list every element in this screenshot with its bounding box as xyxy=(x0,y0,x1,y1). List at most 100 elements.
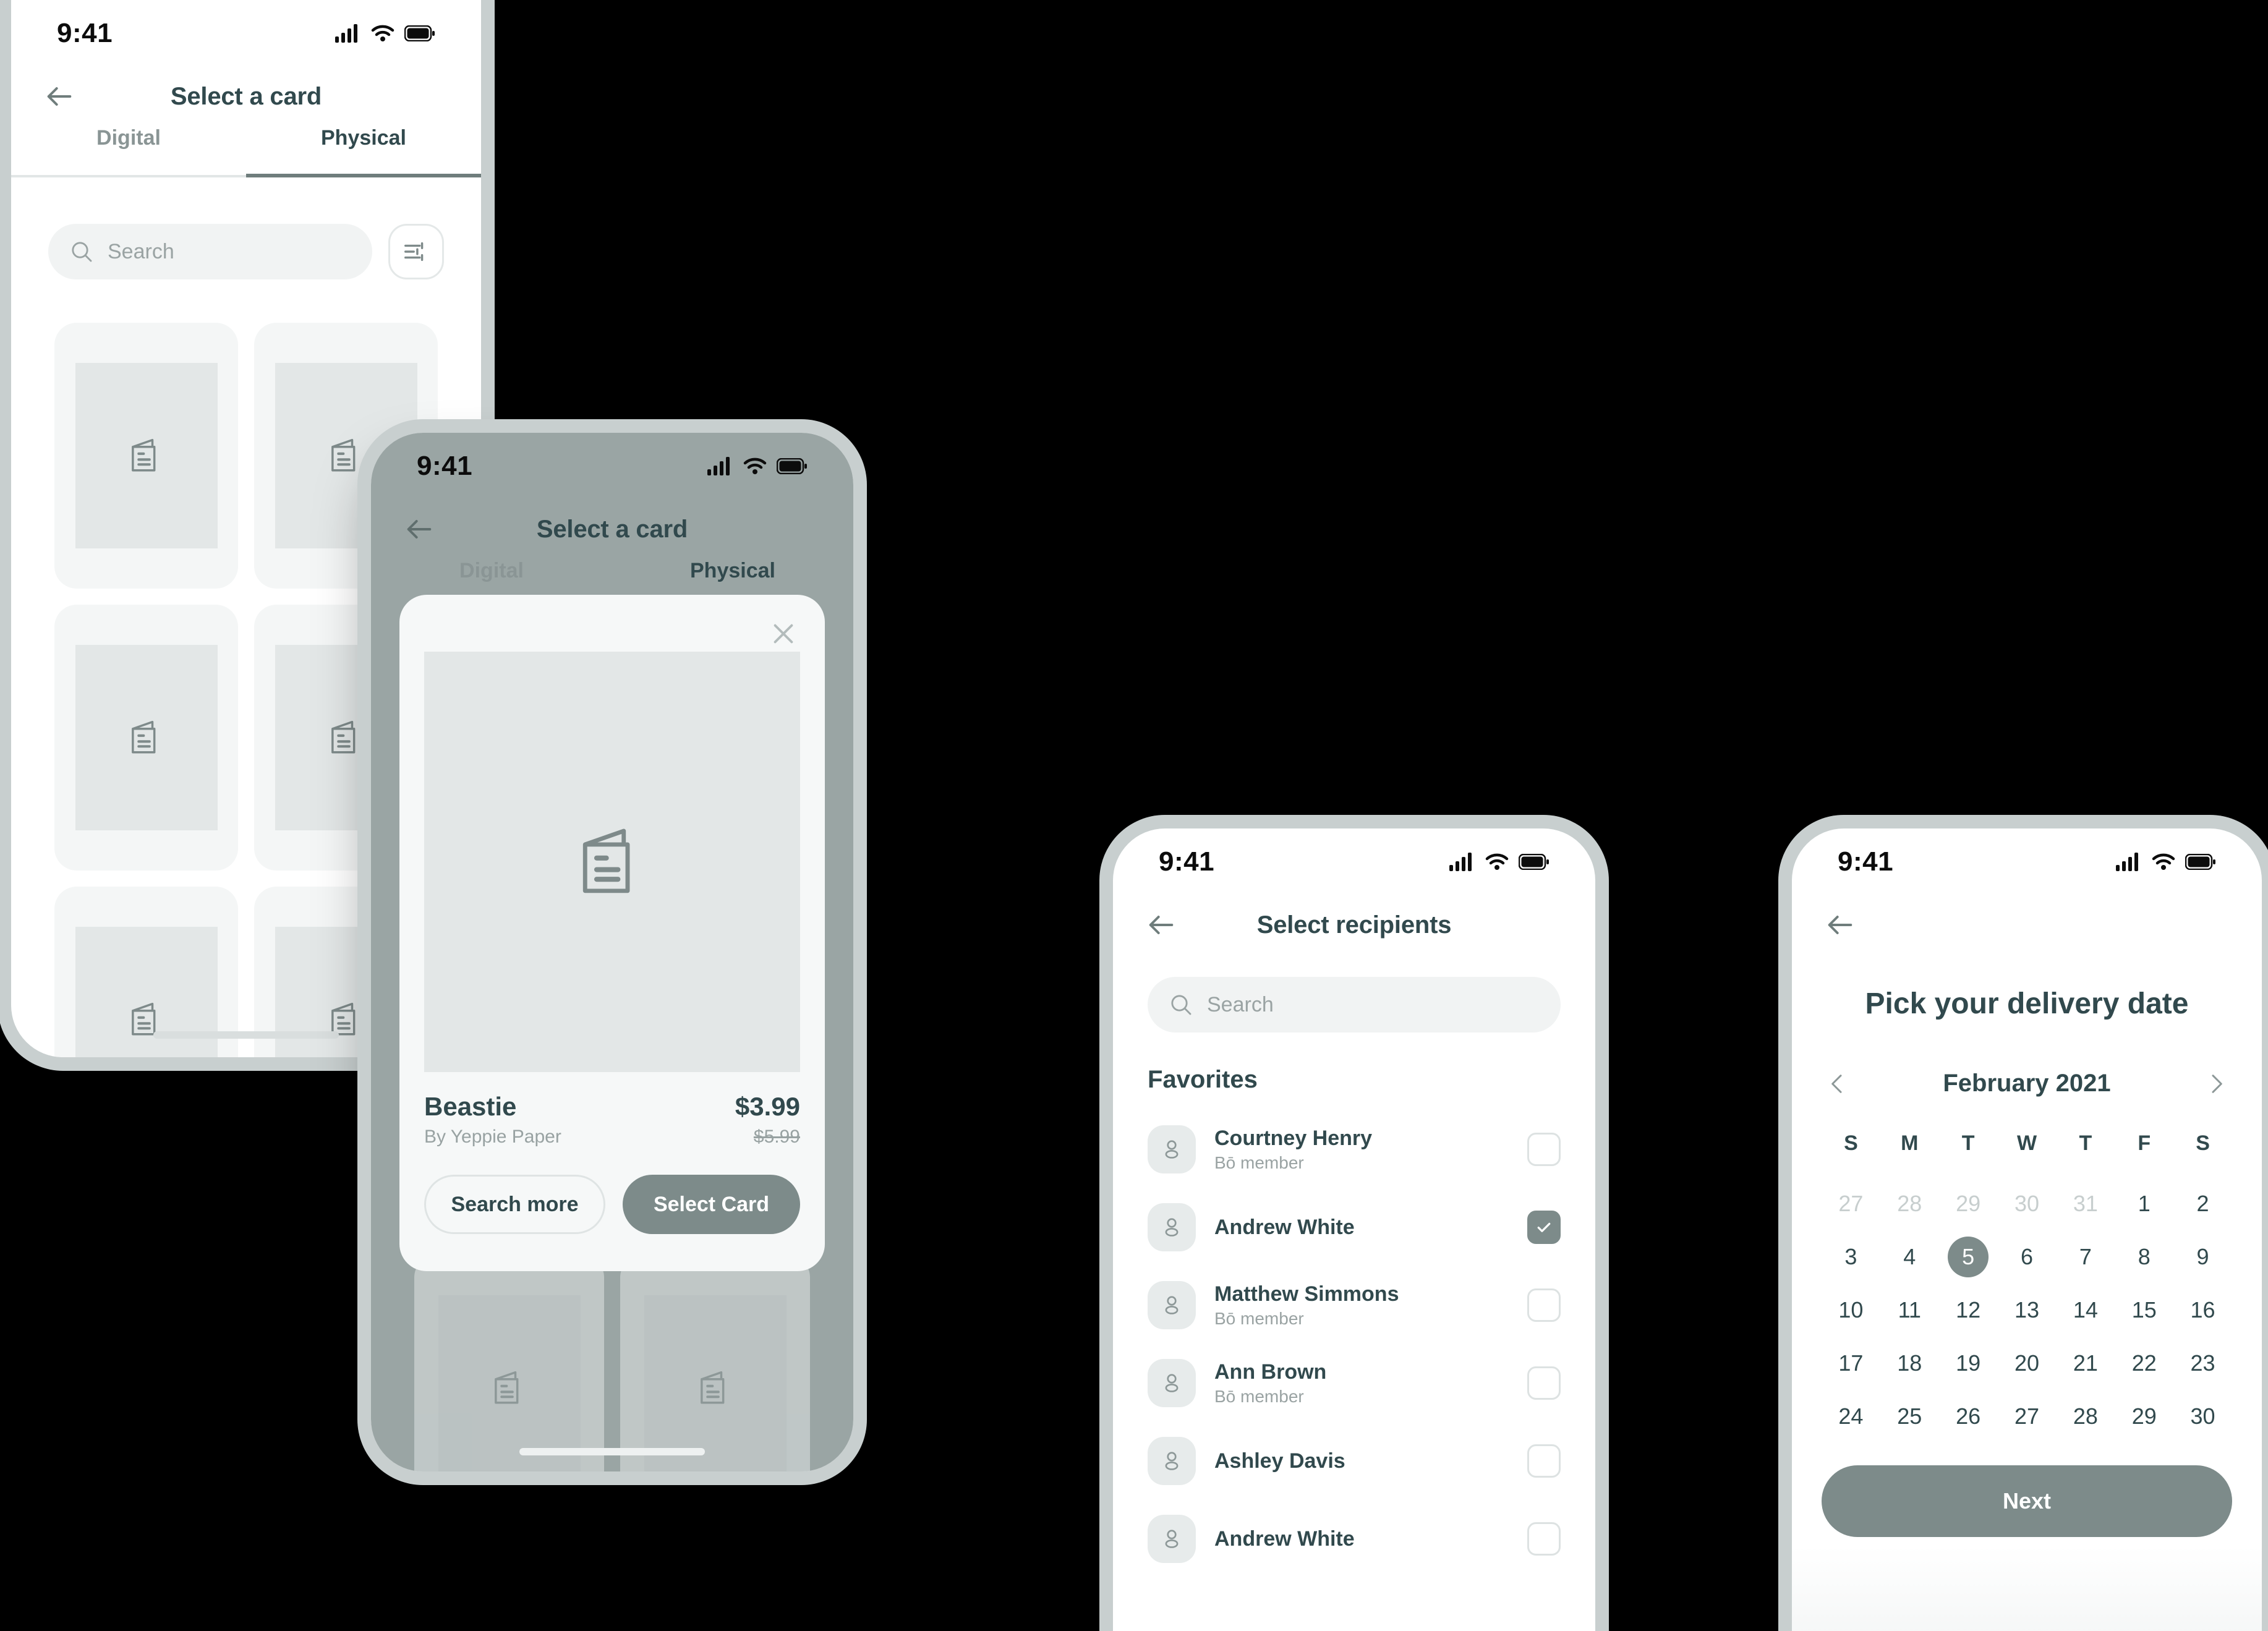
filter-button[interactable] xyxy=(388,224,444,279)
calendar-day[interactable]: 8 xyxy=(2115,1234,2173,1280)
close-icon[interactable] xyxy=(769,620,798,648)
back-arrow-icon[interactable] xyxy=(1824,909,1856,941)
calendar-day[interactable]: 30 xyxy=(2173,1394,2232,1439)
status-time-3: 9:41 xyxy=(1159,846,1215,877)
recipient-row[interactable]: Matthew Simmons Bō member xyxy=(1148,1266,1561,1344)
screen-select-recipients: 9:41 Select recipients Search Favorites … xyxy=(1113,828,1595,1631)
recipient-row[interactable]: Ashley Davis xyxy=(1148,1422,1561,1500)
tab-physical[interactable]: Physical xyxy=(246,126,481,177)
recipient-row[interactable]: Ann Brown Bō member xyxy=(1148,1344,1561,1422)
calendar-day[interactable]: 3 xyxy=(1822,1234,1880,1280)
status-bar: 9:41 xyxy=(11,0,481,67)
recipient-text: Matthew Simmons Bō member xyxy=(1214,1282,1527,1329)
weekday-header: T xyxy=(2079,1131,2092,1155)
card-grid-item[interactable] xyxy=(414,1255,604,1471)
calendar-day[interactable]: 27 xyxy=(1998,1394,2057,1439)
recipient-checkbox[interactable] xyxy=(1527,1522,1561,1556)
recipient-row[interactable]: Courtney Henry Bō member xyxy=(1148,1110,1561,1188)
page-title-3: Select recipients xyxy=(1256,911,1452,939)
home-indicator xyxy=(153,1031,339,1039)
recipient-checkbox-checked[interactable] xyxy=(1527,1211,1561,1244)
calendar-day[interactable]: 15 xyxy=(2115,1287,2173,1333)
status-bar-4: 9:41 xyxy=(1792,828,2262,895)
back-arrow-icon[interactable] xyxy=(403,513,435,545)
weekday-header: M xyxy=(1901,1131,1919,1155)
calendar-day[interactable]: 18 xyxy=(1880,1340,1939,1386)
search-input[interactable]: Search xyxy=(48,224,372,279)
greeting-card-icon xyxy=(331,720,355,754)
calendar-day[interactable]: 20 xyxy=(1998,1340,2057,1386)
calendar-day-selected[interactable]: 5 xyxy=(1939,1234,1998,1280)
calendar-day[interactable]: 29 xyxy=(2115,1394,2173,1439)
product-brand: By Yeppie Paper xyxy=(424,1126,561,1147)
home-indicator-2 xyxy=(519,1448,705,1455)
calendar-day[interactable]: 10 xyxy=(1822,1287,1880,1333)
tab-physical-label-2: Physical xyxy=(690,559,775,582)
card-grid-item[interactable] xyxy=(54,605,238,871)
card-grid-item[interactable] xyxy=(54,323,238,589)
recipient-row[interactable]: Andrew White xyxy=(1148,1188,1561,1266)
tab-digital[interactable]: Digital xyxy=(11,126,246,177)
status-time-4: 9:41 xyxy=(1838,846,1894,877)
status-bar-2: 9:41 xyxy=(371,433,853,500)
wifi-icon xyxy=(1485,853,1509,870)
calendar-day[interactable]: 22 xyxy=(2115,1340,2173,1386)
calendar-day[interactable]: 28 xyxy=(2056,1394,2115,1439)
nav-bar: Select a card xyxy=(11,67,481,126)
calendar-day[interactable]: 16 xyxy=(2173,1287,2232,1333)
card-thumbnail xyxy=(438,1295,581,1471)
search-more-button[interactable]: Search more xyxy=(424,1175,605,1234)
calendar-day[interactable]: 11 xyxy=(1880,1287,1939,1333)
calendar-day[interactable]: 21 xyxy=(2056,1340,2115,1386)
recipient-checkbox[interactable] xyxy=(1527,1366,1561,1400)
card-grid-item[interactable] xyxy=(620,1255,810,1471)
status-time-2: 9:41 xyxy=(417,451,473,481)
search-row-3: Search xyxy=(1148,977,1561,1033)
page-title: Select a card xyxy=(170,82,322,110)
calendar-day[interactable]: 23 xyxy=(2173,1340,2232,1386)
avatar xyxy=(1148,1437,1196,1485)
calendar-day[interactable]: 24 xyxy=(1822,1394,1880,1439)
calendar-day[interactable]: 19 xyxy=(1939,1340,1998,1386)
cellular-signal-icon xyxy=(707,457,730,475)
product-meta-row: By Yeppie Paper $5.99 xyxy=(424,1126,800,1148)
tab-underline-inactive xyxy=(11,175,246,177)
nav-bar-3: Select recipients xyxy=(1113,895,1595,955)
calendar-day[interactable]: 4 xyxy=(1880,1234,1939,1280)
calendar-day[interactable]: 25 xyxy=(1880,1394,1939,1439)
back-arrow-icon[interactable] xyxy=(43,80,75,113)
weekday-header: S xyxy=(1844,1131,1858,1155)
calendar-day[interactable]: 9 xyxy=(2173,1234,2232,1280)
chevron-right-icon[interactable] xyxy=(2204,1071,2228,1096)
recipient-checkbox[interactable] xyxy=(1527,1133,1561,1166)
calendar-day[interactable]: 17 xyxy=(1822,1340,1880,1386)
calendar-day[interactable]: 13 xyxy=(1998,1287,2057,1333)
select-card-button[interactable]: Select Card xyxy=(623,1175,800,1234)
wifi-icon xyxy=(371,25,394,41)
month-label: February 2021 xyxy=(1943,1070,2111,1097)
recipient-checkbox[interactable] xyxy=(1527,1288,1561,1322)
recipient-checkbox[interactable] xyxy=(1527,1444,1561,1478)
tab-physical-label: Physical xyxy=(321,126,406,150)
back-arrow-icon[interactable] xyxy=(1145,909,1177,941)
recipient-row[interactable]: Andrew White xyxy=(1148,1500,1561,1578)
calendar-day[interactable]: 1 xyxy=(2115,1181,2173,1227)
wifi-icon xyxy=(743,458,767,474)
calendar-day[interactable]: 12 xyxy=(1939,1287,1998,1333)
card-thumbnail xyxy=(644,1295,787,1471)
battery-icon xyxy=(1519,854,1549,870)
chevron-left-icon[interactable] xyxy=(1825,1071,1850,1096)
next-button[interactable]: Next xyxy=(1822,1465,2232,1537)
calendar-day[interactable]: 14 xyxy=(2056,1287,2115,1333)
calendar-day-grid: 27 28 29 30 31 1 2 3 4 5 6 7 8 9 10 11 12 13 14 15 16 17 18 19 2… xyxy=(1822,1181,2232,1439)
recipient-name: Andrew White xyxy=(1214,1215,1355,1239)
phone-card-detail: 9:41 Select a card Digital Physical Beas… xyxy=(371,433,853,1471)
calendar-day[interactable]: 7 xyxy=(2056,1234,2115,1280)
recipient-search-input[interactable]: Search xyxy=(1148,977,1561,1033)
calendar-day[interactable]: 26 xyxy=(1939,1394,1998,1439)
calendar-day[interactable]: 2 xyxy=(2173,1181,2232,1227)
greeting-card-icon xyxy=(494,1371,518,1404)
calendar-day[interactable]: 6 xyxy=(1998,1234,2057,1280)
nav-bar-2: Select a card xyxy=(371,500,853,559)
modal-button-row: Search more Select Card xyxy=(424,1175,800,1234)
